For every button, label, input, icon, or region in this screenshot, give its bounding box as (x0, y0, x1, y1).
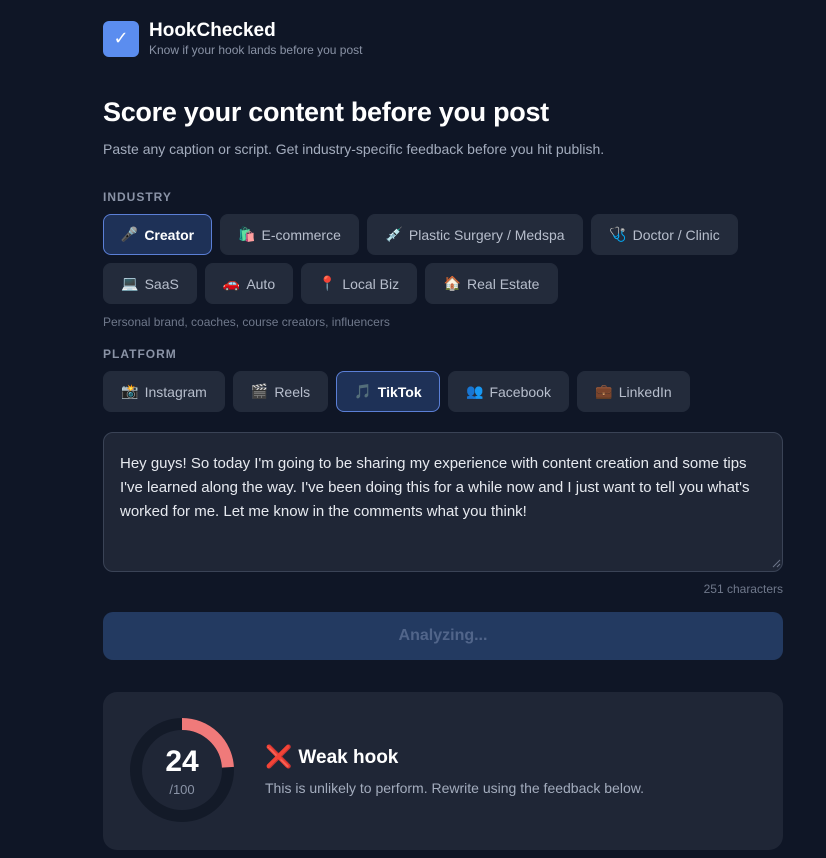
industry-label: INDUSTRY (103, 190, 172, 204)
verdict-description: This is unlikely to perform. Rewrite usi… (265, 780, 644, 796)
shopping-bags-icon: 🛍️ (238, 226, 256, 243)
chip-label: Facebook (489, 383, 551, 400)
chip-label: Reels (274, 383, 311, 400)
music-note-icon: 🎵 (354, 383, 372, 400)
camera-icon: 📸 (121, 383, 139, 400)
brand-text: HookChecked Know if your hook lands befo… (149, 20, 362, 57)
resize-handle-icon[interactable] (771, 558, 781, 568)
score-value: 24 (165, 745, 199, 778)
industry-hint: Personal brand, coaches, course creators… (103, 315, 390, 329)
laptop-icon: 💻 (121, 275, 139, 292)
chip-label: Doctor / Clinic (632, 226, 720, 243)
chip-label: Local Biz (342, 275, 400, 292)
syringe-icon: 💉 (385, 226, 403, 243)
industry-chip-doctor[interactable]: 🩺 Doctor / Clinic (591, 214, 738, 255)
cross-icon: ❌ (265, 745, 293, 770)
house-icon: 🏠 (443, 275, 462, 292)
chip-label: Plastic Surgery / Medspa (408, 226, 565, 243)
platform-chip-reels[interactable]: 🎬 Reels (233, 371, 328, 412)
page-subtitle: Paste any caption or script. Get industr… (103, 141, 605, 157)
industry-chip-plastic-surgery[interactable]: 💉 Plastic Surgery / Medspa (367, 214, 583, 255)
page-title: Score your content before you post (103, 97, 549, 127)
car-icon: 🚗 (222, 275, 241, 292)
industry-chip-saas[interactable]: 💻 SaaS (103, 263, 197, 304)
analyze-button[interactable]: Analyzing... (103, 612, 783, 660)
chip-label: E-commerce (261, 226, 341, 243)
industry-chip-real-estate[interactable]: 🏠 Real Estate (425, 263, 558, 304)
chip-label: Auto (246, 275, 276, 292)
industry-chip-creator[interactable]: 🎤 Creator (103, 214, 212, 255)
verdict: ❌ Weak hook (265, 747, 398, 769)
chip-label: Instagram (144, 383, 207, 400)
caption-input[interactable]: Hey guys! So today I'm going to be shari… (103, 432, 783, 572)
brand-header: ✓ HookChecked Know if your hook lands be… (103, 20, 362, 57)
stethoscope-icon: 🩺 (609, 226, 627, 243)
check-icon: ✓ (103, 20, 139, 57)
character-count: 251 characters (703, 582, 783, 596)
briefcase-icon: 💼 (595, 383, 613, 400)
pin-icon: 📍 (318, 275, 337, 292)
platform-label: PLATFORM (103, 347, 177, 361)
platform-chip-instagram[interactable]: 📸 Instagram (103, 371, 225, 412)
brand-name: HookChecked (149, 20, 276, 41)
clapperboard-icon: 🎬 (250, 383, 269, 400)
score-max: /100 (169, 782, 195, 797)
score-result-card: 24 /100 ❌ Weak hook This is unlikely to … (103, 692, 783, 850)
chip-label: SaaS (144, 275, 179, 292)
platform-chip-linkedin[interactable]: 💼 LinkedIn (577, 371, 690, 412)
industry-chip-local-biz[interactable]: 📍 Local Biz (301, 263, 417, 304)
chip-label: LinkedIn (618, 383, 672, 400)
verdict-title: Weak hook (298, 747, 399, 768)
people-icon: 👥 (466, 383, 484, 400)
microphone-icon: 🎤 (120, 226, 139, 243)
platform-chip-tiktok[interactable]: 🎵 TikTok (336, 371, 440, 412)
platform-chip-facebook[interactable]: 👥 Facebook (448, 371, 569, 412)
chip-label: TikTok (377, 383, 422, 400)
industry-chip-auto[interactable]: 🚗 Auto (205, 263, 293, 304)
industry-chip-ecommerce[interactable]: 🛍️ E-commerce (220, 214, 359, 255)
chip-label: Creator (144, 226, 195, 243)
brand-tagline: Know if your hook lands before you post (149, 43, 363, 57)
chip-label: Real Estate (467, 275, 540, 292)
